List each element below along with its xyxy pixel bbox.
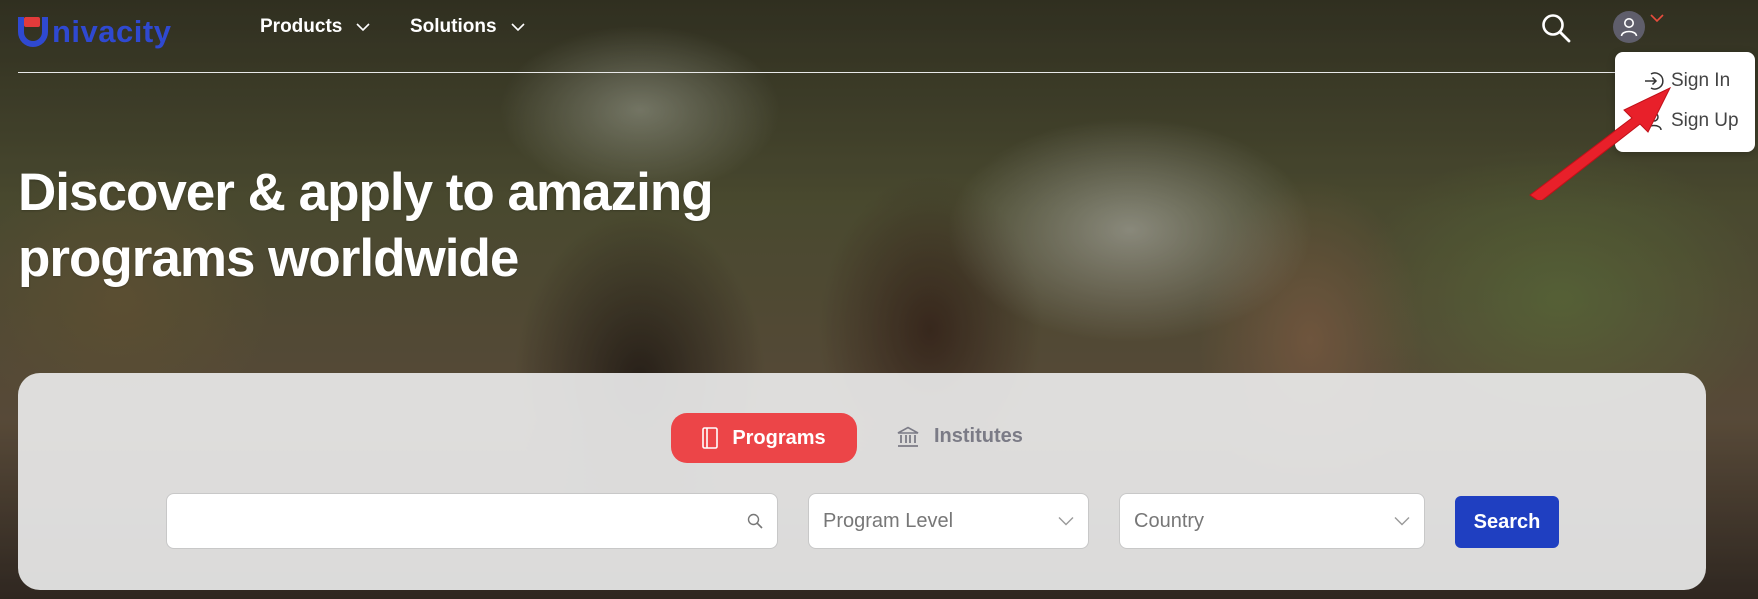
- search-panel: Programs Institutes Program Level Countr…: [18, 373, 1706, 590]
- chevron-down-icon: [1394, 517, 1410, 526]
- user-icon: [1620, 18, 1638, 37]
- tab-institutes[interactable]: Institutes: [896, 425, 1023, 448]
- search-button[interactable]: Search: [1455, 496, 1559, 548]
- headline-line-1: Discover & apply to amazing: [18, 163, 714, 222]
- user-avatar-button[interactable]: [1613, 11, 1645, 43]
- univacity-logo[interactable]: nivacity: [18, 8, 171, 50]
- user-add-icon: [1646, 112, 1662, 131]
- book-icon: [702, 427, 719, 449]
- headline-line-2: programs worldwide: [18, 229, 519, 288]
- tab-institutes-label: Institutes: [934, 425, 1023, 447]
- tab-programs-label: Programs: [732, 426, 826, 449]
- search-icon: [747, 513, 763, 529]
- header-divider: [18, 72, 1618, 73]
- account-dropdown-menu: Sign In Sign Up: [1615, 52, 1755, 152]
- country-value: Country: [1134, 509, 1205, 532]
- hero-headline: Discover & apply to amazing programs wor…: [18, 160, 778, 292]
- nav-products[interactable]: Products: [260, 16, 370, 38]
- sign-in-menu-item[interactable]: Sign In: [1643, 70, 1730, 92]
- chevron-down-icon[interactable]: [1650, 13, 1664, 23]
- sign-in-icon: [1645, 72, 1664, 90]
- nav-products-label: Products: [260, 16, 343, 37]
- chevron-down-icon: [1058, 517, 1074, 526]
- chevron-down-icon: [510, 23, 525, 32]
- program-level-value: Program Level: [823, 509, 954, 532]
- sign-up-menu-item[interactable]: Sign Up: [1643, 110, 1739, 132]
- nav-solutions-label: Solutions: [410, 16, 497, 37]
- sign-up-label: Sign Up: [1671, 110, 1739, 131]
- country-select[interactable]: Country: [1119, 493, 1425, 549]
- logo-text: nivacity: [52, 14, 172, 49]
- institution-icon: [897, 426, 919, 447]
- tab-programs[interactable]: Programs: [671, 413, 857, 463]
- search-icon[interactable]: [1540, 12, 1572, 44]
- chevron-down-icon: [356, 23, 370, 32]
- keyword-search-input[interactable]: [166, 493, 778, 549]
- logo-mark-icon: [18, 9, 54, 49]
- program-level-select[interactable]: Program Level: [808, 493, 1089, 549]
- sign-in-label: Sign In: [1671, 70, 1731, 91]
- nav-solutions[interactable]: Solutions: [410, 16, 525, 38]
- top-navigation: nivacity Products Solutions: [0, 0, 1758, 72]
